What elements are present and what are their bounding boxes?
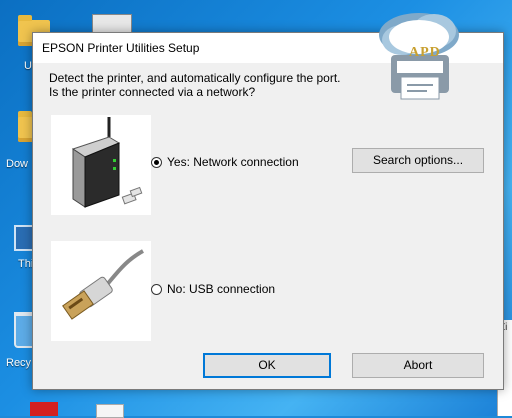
logo-text: APD	[409, 45, 441, 60]
desktop-label-recycle-bin[interactable]: Recy	[6, 357, 31, 369]
dialog-prompt: Detect the printer, and automatically co…	[49, 71, 341, 99]
app-icon[interactable]	[30, 402, 58, 416]
abort-button[interactable]: Abort	[352, 353, 484, 378]
router-icon	[71, 117, 143, 208]
prompt-line-2: Is the printer connected via a network?	[49, 85, 256, 99]
usb-cable-image	[51, 241, 151, 341]
usb-option-label[interactable]: No: USB connection	[167, 282, 275, 296]
desktop-label-this-pc[interactable]: Thi	[18, 258, 33, 270]
network-option-label[interactable]: Yes: Network connection	[167, 155, 299, 169]
network-radio-button[interactable]	[151, 156, 162, 168]
dialog-title: EPSON Printer Utilities Setup	[42, 41, 200, 55]
epson-setup-dialog: EPSON Printer Utilities Setup APD Detect…	[32, 13, 504, 390]
usb-radio-button[interactable]	[151, 283, 162, 295]
desktop-label-downloads[interactable]: Dow	[6, 158, 28, 170]
network-router-image	[51, 115, 151, 215]
desktop-label-user[interactable]: U	[24, 60, 32, 72]
ok-button[interactable]: OK	[203, 353, 331, 378]
usb-plug-icon	[62, 249, 144, 320]
usb-connection-option[interactable]: No: USB connection	[151, 282, 275, 296]
network-connection-option[interactable]: Yes: Network connection	[151, 155, 299, 169]
prompt-line-1: Detect the printer, and automatically co…	[49, 71, 341, 85]
search-options-button[interactable]: Search options...	[352, 148, 484, 173]
